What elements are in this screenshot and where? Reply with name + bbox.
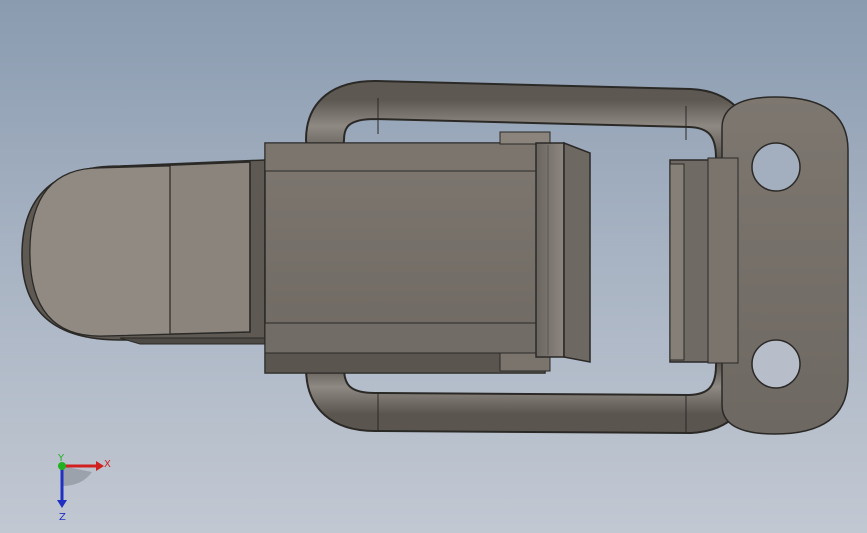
mounting-hole-bottom: [751, 339, 801, 389]
y-axis-label: Y: [57, 453, 65, 464]
end-cap: [535, 141, 591, 363]
keeper-hook: [669, 157, 739, 364]
latch-body: [264, 131, 551, 374]
x-axis-label: X: [104, 459, 111, 470]
z-axis-label: Z: [59, 512, 66, 522]
keeper-plate: [721, 96, 849, 435]
latch-model[interactable]: [0, 0, 867, 533]
cad-viewport[interactable]: X Y Z: [0, 0, 867, 533]
coordinate-triad: X Y Z: [57, 453, 111, 522]
mounting-hole-top: [751, 142, 801, 192]
lever-nose: [21, 159, 266, 345]
